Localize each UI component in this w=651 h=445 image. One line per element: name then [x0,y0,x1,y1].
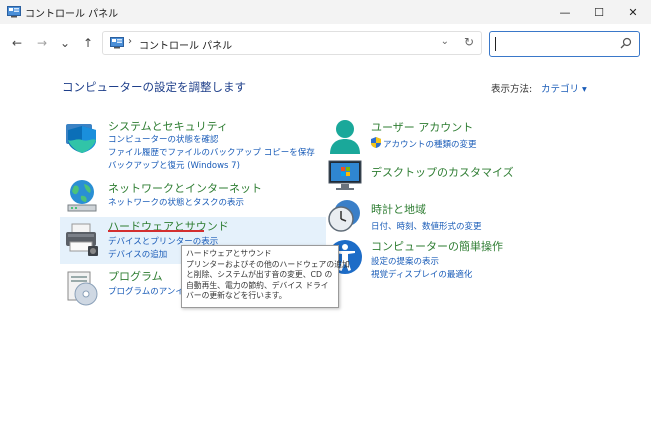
category-title[interactable]: ユーザー アカウント [371,119,473,135]
title-bar: コントロール パネル — ☐ ✕ [0,0,651,24]
breadcrumb-control-panel[interactable]: コントロール パネル [139,37,232,52]
up-arrow-icon: ↑ [82,36,94,50]
category-link[interactable]: 視覚ディスプレイの最適化 [371,268,472,280]
page-title: コンピューターの設定を調整します [62,80,246,94]
view-by-select[interactable]: カテゴリ ▾ [541,81,587,95]
search-input[interactable] [489,31,640,57]
tooltip: ハードウェアとサウンド プリンターおよびその他のハードウェアの追加 と削除、シス… [181,245,350,308]
breadcrumb-separator: › [128,36,132,47]
address-dropdown-icon[interactable]: ⌄ [441,36,449,47]
address-bar[interactable]: › コントロール パネル ⌄ ↻ [102,31,482,55]
user-icon[interactable] [327,118,363,154]
tooltip-title: ハードウェアとサウンド [186,249,272,258]
category-link[interactable]: ファイル履歴でファイルのバックアップ コピーを保存 [108,146,315,158]
forward-button[interactable]: → [33,34,51,52]
category-title[interactable]: コンピューターの簡単操作 [371,238,503,254]
category-link[interactable]: 日付、時刻、数値形式の変更 [371,220,482,232]
search-icon[interactable] [620,37,632,49]
maximize-icon: ☐ [594,5,604,19]
close-button[interactable]: ✕ [616,0,650,24]
programs-icon[interactable] [64,270,100,306]
tooltip-line: バーの更新などを行います。 [186,291,287,300]
up-button[interactable]: ↑ [79,34,97,52]
close-icon: ✕ [628,5,638,19]
category-link[interactable]: ネットワークの状態とタスクの表示 [108,196,244,208]
printer-icon[interactable] [64,222,100,258]
uac-shield-icon [371,137,381,148]
category-link[interactable]: アカウントの種類の変更 [383,138,477,150]
control-panel-window: コントロール パネル — ☐ ✕ ← → ⌄ ↑ › コントロール パネル ⌄ … [0,0,651,445]
title-underline [108,230,204,232]
forward-arrow-icon: → [36,36,48,50]
clock-icon[interactable] [327,198,363,234]
category-title[interactable]: プログラム [108,268,163,284]
maximize-button[interactable]: ☐ [582,0,616,24]
back-arrow-icon: ← [11,36,23,50]
minimize-icon: — [559,5,571,19]
tooltip-line: と削除、システムが出す音の変更、CD の [186,270,333,279]
tooltip-line: プリンターおよびその他のハードウェアの追加 [186,259,350,269]
category-link[interactable]: デバイスの追加 [108,248,167,260]
category-title[interactable]: デスクトップのカスタマイズ [371,164,514,180]
shield-icon[interactable] [64,118,100,154]
category-title[interactable]: システムとセキュリティ [108,118,228,134]
text-caret [495,37,496,51]
control-panel-icon [7,6,21,18]
category-link[interactable]: バックアップと復元 (Windows 7) [108,159,240,171]
network-globe-icon[interactable] [64,178,100,214]
minimize-button[interactable]: — [548,0,582,24]
category-link[interactable]: コンピューターの状態を確認 [108,133,219,145]
category-link[interactable]: 設定の提案の表示 [371,255,439,267]
monitor-icon[interactable] [327,158,363,194]
window-title: コントロール パネル [25,9,119,20]
refresh-icon[interactable]: ↻ [464,35,474,49]
category-title[interactable]: 時計と地域 [371,201,426,217]
view-by-label: 表示方法: [491,84,533,95]
chevron-down-icon: ⌄ [59,36,71,50]
back-button[interactable]: ← [8,34,26,52]
control-panel-icon [110,37,124,49]
recent-locations-button[interactable]: ⌄ [56,34,74,52]
category-title[interactable]: ネットワークとインターネット [108,180,262,196]
tooltip-line: 自動再生、電力の節約、デバイス ドライ [186,280,329,290]
